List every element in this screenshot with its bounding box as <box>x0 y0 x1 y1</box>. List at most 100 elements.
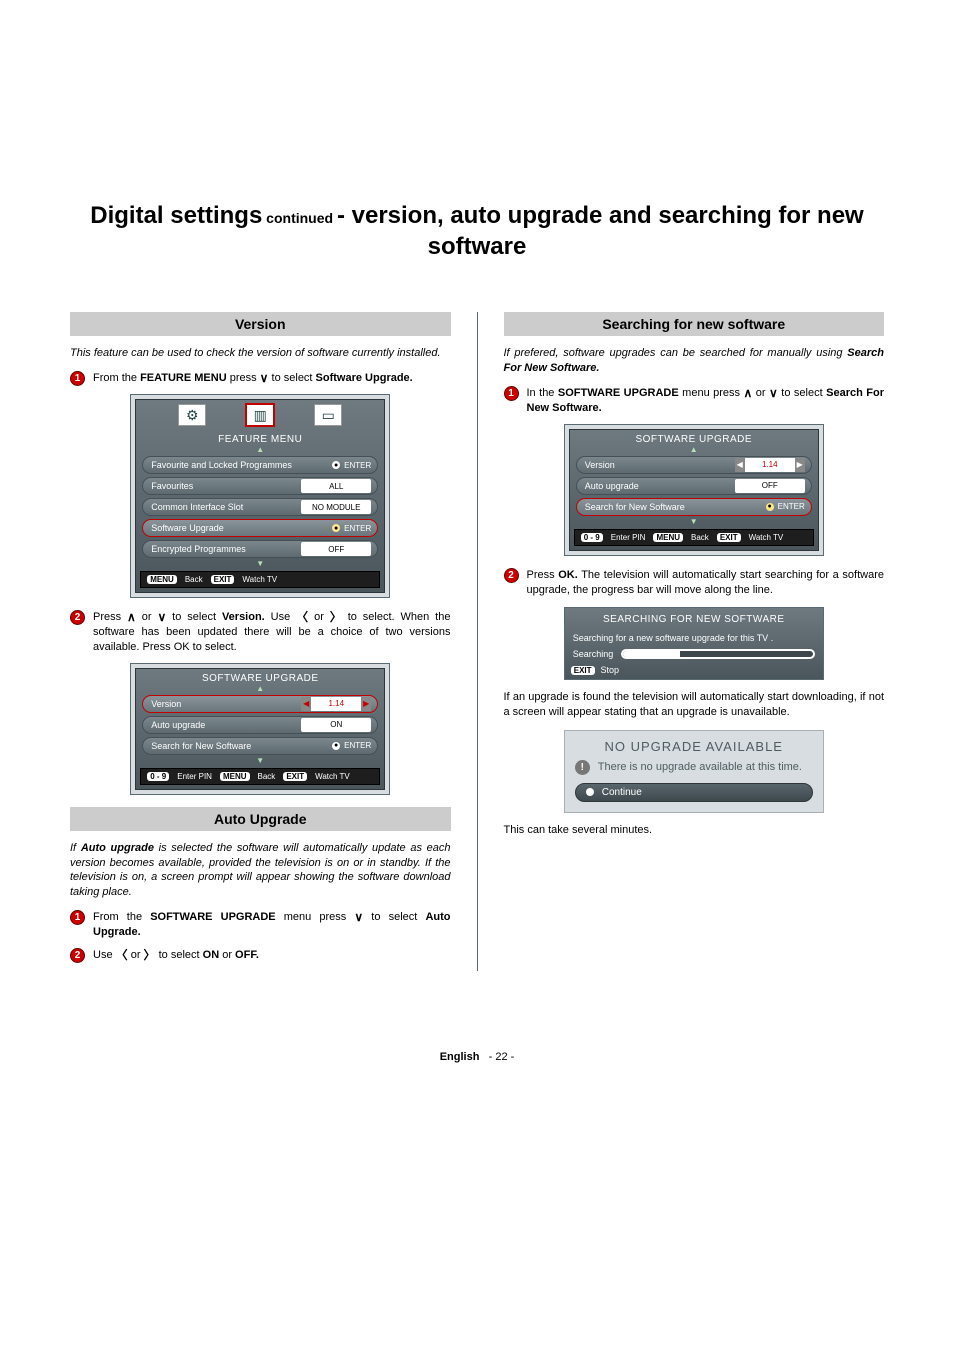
v: ENTER <box>344 461 371 470</box>
spinner: ◀1.14▶ <box>735 458 805 472</box>
osd-foot: 0 - 9Enter PIN MENUBack EXITWatch TV <box>140 768 380 785</box>
osd-foot: 0 - 9 Enter PIN MENU Back EXIT Watch TV <box>574 529 814 546</box>
t: From the <box>93 372 140 384</box>
auto-upgrade-heading: Auto Upgrade <box>70 807 451 831</box>
t: or <box>128 949 144 961</box>
step-badge-2: 2 <box>70 610 85 625</box>
progress-label: Searching <box>573 649 614 659</box>
t: Use <box>265 611 296 623</box>
right-icon: 〉 <box>330 611 342 623</box>
osd-row-label: Common Interface Slot <box>151 502 301 512</box>
osd-row-label: Auto upgrade <box>585 481 735 491</box>
exit-pill: EXIT <box>283 772 307 781</box>
column-divider <box>477 312 478 970</box>
osd-msg: There is no upgrade available at this ti… <box>598 760 802 775</box>
step-badge-2: 2 <box>504 568 519 583</box>
feature-menu-osd: ⚙ ▥ ▭ FEATURE MENU ▲ Favourite and Locke… <box>130 394 390 598</box>
osd-row-value: OFF <box>301 542 371 556</box>
search-step2: 2 Press OK. The television will automati… <box>504 568 885 598</box>
t: or <box>136 611 158 623</box>
t: to select <box>363 911 425 923</box>
t: Enter PIN <box>611 533 646 542</box>
t: to select <box>268 372 315 384</box>
t: Back <box>258 772 276 781</box>
step-badge-1: 1 <box>70 371 85 386</box>
auto-step2: 2 Use 〈 or 〉 to select ON or OFF. <box>70 948 451 963</box>
up-icon: ∧ <box>127 611 136 623</box>
t: If <box>70 842 81 854</box>
osd-row-label: Search for New Software <box>151 741 332 751</box>
scroll-down-icon: ▼ <box>136 561 384 567</box>
step-badge-1: 1 <box>504 386 519 401</box>
exit-pill: EXIT <box>211 575 235 584</box>
t: Press <box>527 569 559 581</box>
continue-row: Continue <box>575 783 813 802</box>
osd-row-value: ALL <box>301 479 371 493</box>
t: Back <box>691 533 709 542</box>
down-icon: ∨ <box>769 387 778 399</box>
t: or <box>752 387 769 399</box>
t: to select <box>156 949 203 961</box>
v: 1.14 <box>311 697 361 711</box>
down-icon: ∨ <box>354 911 363 923</box>
alert-icon: ! <box>575 760 590 775</box>
scroll-up-icon: ▲ <box>136 686 384 692</box>
t: or <box>219 949 235 961</box>
left-icon: 〈 <box>296 611 308 623</box>
auto-step1: 1 From the SOFTWARE UPGRADE menu press ∨… <box>70 910 451 940</box>
osd-tab-icon: ▥ <box>246 404 274 426</box>
t: press <box>227 372 260 384</box>
v: 1.14 <box>745 458 795 472</box>
t: OK. <box>558 569 578 581</box>
osd-tab-icon: ▭ <box>314 404 342 426</box>
t: menu press <box>276 911 355 923</box>
scroll-up-icon: ▲ <box>136 447 384 453</box>
osd-row-label: Favourites <box>151 481 301 491</box>
t: Auto upgrade <box>81 842 154 854</box>
digits-pill: 0 - 9 <box>581 533 603 542</box>
osd-text: Searching for a new software upgrade for… <box>573 633 815 645</box>
t: Use <box>93 949 116 961</box>
version-step1: 1 From the FEATURE MENU press ∨ to selec… <box>70 371 451 386</box>
osd-row-label: Software Upgrade <box>151 523 332 533</box>
exit-pill: EXIT <box>571 666 595 675</box>
menu-pill: MENU <box>653 533 683 542</box>
t: menu press <box>679 387 744 399</box>
spinner: ◀1.14▶ <box>301 697 371 711</box>
right-icon: 〉 <box>144 949 156 961</box>
osd-title: SEARCHING FOR NEW SOFTWARE <box>571 612 817 629</box>
t: Watch TV <box>315 772 350 781</box>
right-column: Searching for new software If prefered, … <box>504 302 885 970</box>
software-upgrade-osd-left: SOFTWARE UPGRADE ▲ Version◀1.14▶ Auto up… <box>130 663 390 795</box>
scroll-down-icon: ▼ <box>136 758 384 764</box>
osd-row-label: Version <box>585 460 735 470</box>
t: From the <box>93 911 150 923</box>
osd-row-label: Encrypted Programmes <box>151 544 301 554</box>
left-icon: 〈 <box>116 949 128 961</box>
osd-row-label: Favourite and Locked Programmes <box>151 460 332 470</box>
osd-title: NO UPGRADE AVAILABLE <box>575 737 813 760</box>
exit-pill: EXIT <box>717 533 741 542</box>
no-upgrade-osd: NO UPGRADE AVAILABLE ! There is no upgra… <box>564 730 824 813</box>
auto-upgrade-intro: If Auto upgrade is selected the software… <box>70 841 451 900</box>
searching-osd: SEARCHING FOR NEW SOFTWARE Searching for… <box>564 607 824 680</box>
page-title: Digital settings continued - version, au… <box>70 200 884 262</box>
t: Enter PIN <box>177 772 212 781</box>
left-column: Version This feature can be used to chec… <box>70 302 451 970</box>
v: ENTER <box>344 741 371 750</box>
bullet-icon <box>586 788 594 796</box>
t: If prefered, software upgrades can be se… <box>504 347 848 359</box>
t: FEATURE MENU <box>140 372 227 384</box>
down-icon: ∨ <box>157 611 166 623</box>
title-part1: Digital settings <box>90 202 262 229</box>
v: ENTER <box>778 502 805 511</box>
t: Watch TV <box>749 533 784 542</box>
up-icon: ∧ <box>744 387 753 399</box>
step-badge-1: 1 <box>70 910 85 925</box>
t: ON <box>203 949 220 961</box>
scroll-down-icon: ▼ <box>570 519 818 525</box>
t: Press <box>93 611 127 623</box>
stop-label: Stop <box>601 665 620 675</box>
step-badge-2: 2 <box>70 948 85 963</box>
search-heading: Searching for new software <box>504 312 885 336</box>
